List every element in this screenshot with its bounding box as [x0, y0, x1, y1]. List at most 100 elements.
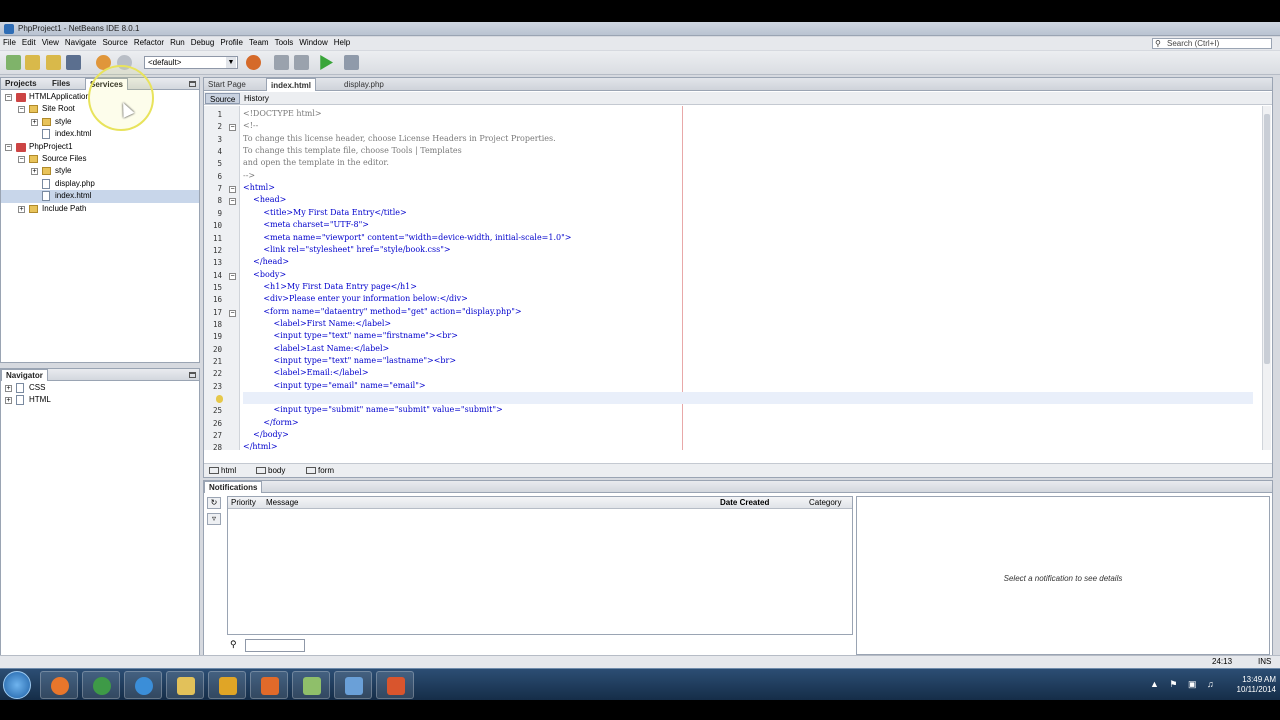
code-line[interactable]: <input type="email" name="email">	[243, 380, 426, 392]
code-line[interactable]: <meta name="viewport" content="width=dev…	[243, 232, 571, 244]
code-line[interactable]: </html>	[243, 441, 278, 453]
tab-notifications[interactable]: Notifications	[204, 481, 263, 493]
column-date-created[interactable]: Date Created	[720, 498, 769, 507]
code-line[interactable]: <input type="submit" name="submit" value…	[243, 404, 503, 416]
code-line[interactable]: <div>Please enter your information below…	[243, 293, 468, 305]
filter-input[interactable]	[245, 639, 305, 652]
fold-icon[interactable]: −	[229, 198, 236, 206]
code-line[interactable]: <label>First Name:</label>	[243, 318, 392, 330]
code-line[interactable]: <label>Last Name:</label>	[243, 343, 390, 355]
expand-icon[interactable]: +	[31, 118, 38, 126]
refresh-icon[interactable]: ↻	[207, 497, 221, 509]
menu-file[interactable]: File	[0, 37, 19, 48]
taskbar-media[interactable]	[208, 671, 246, 699]
minimize-icon[interactable]	[189, 372, 196, 378]
navigator-item[interactable]: + CSS	[1, 382, 199, 394]
tree-item[interactable]: index.html	[1, 128, 199, 140]
taskbar-explorer[interactable]	[166, 671, 204, 699]
menu-view[interactable]: View	[39, 37, 62, 48]
tree-item[interactable]: index.html	[1, 190, 199, 203]
tree-item[interactable]: display.php	[1, 178, 199, 190]
menu-navigate[interactable]: Navigate	[62, 37, 100, 48]
breadcrumb-body[interactable]: body	[254, 465, 285, 476]
save-all-icon[interactable]	[66, 55, 81, 70]
code-line[interactable]: <head>	[243, 194, 286, 206]
tree-item[interactable]: − Source Files	[1, 153, 199, 165]
menu-team[interactable]: Team	[246, 37, 272, 48]
menu-profile[interactable]: Profile	[217, 37, 246, 48]
system-tray-icons[interactable]: ▲ ⚑ ▣ ♫	[1150, 679, 1218, 690]
code-line[interactable]: <!DOCTYPE html>	[243, 108, 322, 120]
navigator-item[interactable]: + HTML	[1, 394, 199, 406]
code-line[interactable]: </head>	[243, 256, 289, 268]
taskbar-netbeans[interactable]	[334, 671, 372, 699]
menu-window[interactable]: Window	[296, 37, 330, 48]
new-file-icon[interactable]	[6, 55, 21, 70]
tab-index-html[interactable]: index.html	[266, 78, 317, 91]
tab-display-php[interactable]: display.php	[340, 78, 388, 91]
tab-start-page[interactable]: Start Page	[204, 78, 250, 91]
code-line[interactable]: To change this template file, choose Too…	[243, 145, 462, 157]
new-project-icon[interactable]	[25, 55, 40, 70]
filter-icon[interactable]: ▿	[207, 513, 221, 525]
hint-bulb-icon[interactable]	[216, 395, 223, 404]
code-area[interactable]: <!DOCTYPE html> <!-- To change this licens…	[243, 106, 1253, 453]
source-button[interactable]: Source	[205, 93, 241, 104]
expand-icon[interactable]: +	[5, 385, 12, 392]
column-message[interactable]: Message	[266, 498, 298, 507]
menu-tools[interactable]: Tools	[272, 37, 297, 48]
menu-help[interactable]: Help	[331, 37, 353, 48]
history-button[interactable]: History	[240, 93, 273, 104]
code-line[interactable]: <input type="text" name="firstname"><br>	[243, 330, 458, 342]
menu-source[interactable]: Source	[99, 37, 130, 48]
expand-icon[interactable]: +	[18, 205, 25, 213]
code-line[interactable]: <form name="dataentry" method="get" acti…	[243, 306, 521, 318]
current-line[interactable]	[243, 392, 1253, 405]
minimize-icon[interactable]	[189, 81, 196, 87]
code-line[interactable]: <!--	[243, 120, 258, 132]
configuration-select[interactable]: <default> ▼	[144, 56, 238, 69]
tab-files[interactable]: Files	[48, 78, 74, 90]
code-line[interactable]: </form>	[243, 417, 298, 429]
build-icon[interactable]	[274, 55, 289, 70]
open-project-icon[interactable]	[46, 55, 61, 70]
collapse-icon[interactable]: −	[18, 106, 25, 114]
expand-icon[interactable]: +	[5, 397, 12, 405]
fold-icon[interactable]: −	[229, 309, 236, 317]
tree-item[interactable]: + style	[1, 165, 199, 177]
column-priority[interactable]: Priority	[231, 498, 256, 507]
fold-icon[interactable]: −	[229, 124, 236, 132]
code-line[interactable]: <body>	[243, 269, 286, 281]
code-line[interactable]: </body>	[243, 429, 289, 441]
collapse-icon[interactable]: −	[18, 155, 25, 163]
column-category[interactable]: Category	[809, 498, 841, 507]
clean-build-icon[interactable]	[294, 55, 309, 70]
collapse-icon[interactable]: −	[5, 143, 12, 151]
tab-navigator[interactable]: Navigator	[1, 369, 48, 381]
fold-icon[interactable]: −	[229, 186, 236, 194]
code-line[interactable]: -->	[243, 170, 255, 182]
browser-icon[interactable]	[246, 55, 261, 70]
tab-projects[interactable]: Projects	[1, 78, 41, 90]
code-line[interactable]: To change this license header, choose Li…	[243, 133, 556, 145]
fold-icon[interactable]: −	[229, 272, 236, 280]
start-button[interactable]	[3, 671, 31, 699]
menu-refactor[interactable]: Refactor	[131, 37, 167, 48]
taskbar-ie[interactable]	[124, 671, 162, 699]
code-line[interactable]: <label>Email:</label>	[243, 367, 369, 379]
tree-item[interactable]: − PhpProject1	[1, 141, 199, 153]
code-line[interactable]: <link rel="stylesheet" href="style/book.…	[243, 244, 450, 256]
code-line[interactable]: and open the template in the editor.	[243, 157, 389, 169]
code-line[interactable]: <html>	[243, 182, 275, 194]
code-line[interactable]: <meta charset="UTF-8">	[243, 219, 369, 231]
menu-debug[interactable]: Debug	[188, 37, 218, 48]
vertical-scrollbar[interactable]	[1262, 106, 1271, 450]
code-line[interactable]: <h1>My First Data Entry page</h1>	[243, 281, 417, 293]
tree-item[interactable]: + Include Path	[1, 203, 199, 215]
debug-icon[interactable]	[344, 55, 359, 70]
code-line[interactable]: <input type="text" name="lastname"><br>	[243, 355, 457, 367]
collapse-icon[interactable]: −	[5, 94, 12, 101]
breadcrumb-form[interactable]: form	[304, 465, 334, 476]
expand-icon[interactable]: +	[31, 168, 38, 176]
breadcrumb-html[interactable]: html	[207, 465, 236, 476]
